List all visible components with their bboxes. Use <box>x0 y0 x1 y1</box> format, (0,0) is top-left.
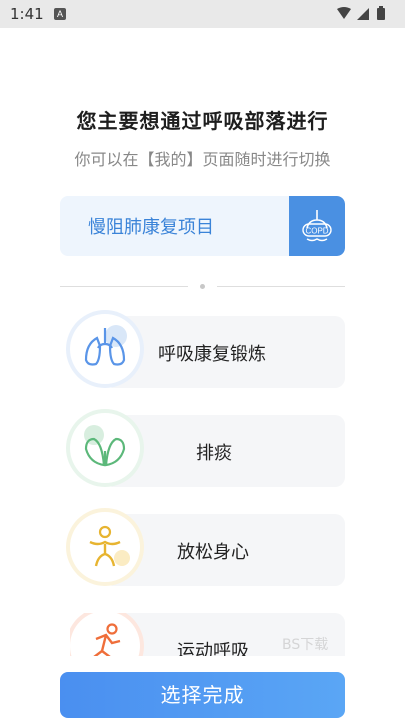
option-expectoration[interactable]: 排痰 <box>70 413 345 487</box>
leaf-icon <box>70 413 140 483</box>
wifi-icon <box>337 7 351 19</box>
complete-selection-button[interactable]: 选择完成 <box>60 672 345 718</box>
copd-icon-text: COPD <box>305 227 328 236</box>
lungs-icon <box>70 314 140 384</box>
notification-icon: A <box>54 8 66 20</box>
status-icons <box>337 6 385 20</box>
status-time: 1:41 <box>10 5 44 23</box>
signal-icon <box>357 8 369 20</box>
copd-project-card[interactable]: 慢阻肺康复项目 COPD <box>60 196 345 256</box>
divider-right <box>217 286 345 287</box>
project-label: 慢阻肺康复项目 <box>88 217 214 238</box>
page-subtitle: 你可以在【我的】页面随时进行切换 <box>74 150 331 169</box>
option-label: 运动呼吸 <box>177 641 249 656</box>
status-bar: 1:41 A <box>0 0 405 28</box>
runner-icon <box>70 613 140 656</box>
relax-figure-icon <box>70 512 140 582</box>
battery-icon <box>377 8 385 20</box>
divider-left <box>60 286 188 287</box>
option-relax[interactable]: 放松身心 <box>70 512 345 586</box>
watermark: BS下载 <box>282 637 329 653</box>
copd-icon: COPD <box>289 196 345 256</box>
option-label: 呼吸康复锻炼 <box>158 344 266 365</box>
option-breathing-exercise[interactable]: 呼吸康复锻炼 <box>70 314 345 388</box>
page-title: 您主要想通过呼吸部落进行 <box>76 109 329 133</box>
option-label: 排痰 <box>196 443 232 464</box>
divider-dot <box>200 284 205 289</box>
option-label: 放松身心 <box>177 542 249 563</box>
